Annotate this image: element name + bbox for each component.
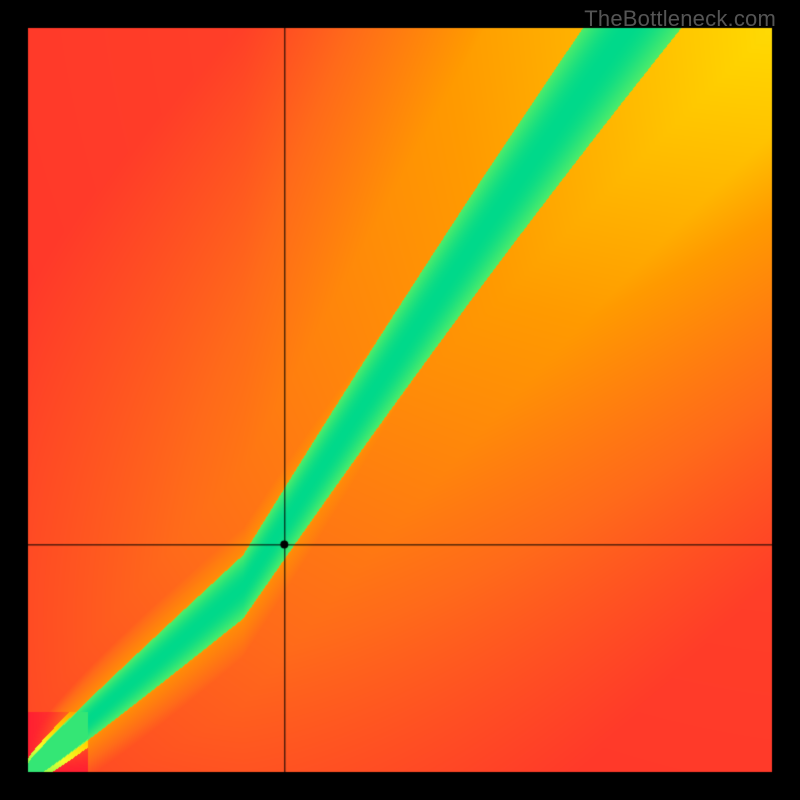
watermark-text: TheBottleneck.com xyxy=(584,6,776,32)
heatmap-canvas xyxy=(0,0,800,800)
chart-container: TheBottleneck.com xyxy=(0,0,800,800)
